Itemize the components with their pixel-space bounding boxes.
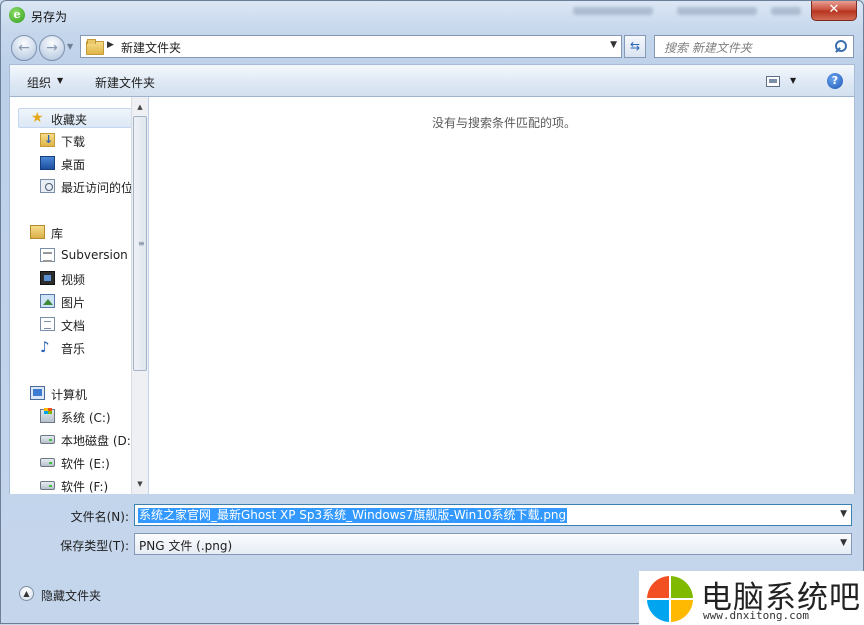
- file-list-pane[interactable]: 没有与搜索条件匹配的项。: [149, 97, 855, 494]
- grip-icon: ≡: [138, 239, 145, 248]
- filename-value[interactable]: 系统之家官网_最新Ghost XP Sp3系统_Windows7旗舰版-Win1…: [138, 508, 568, 523]
- video-icon: [40, 271, 55, 285]
- new-folder-button[interactable]: 新建文件夹: [95, 74, 155, 91]
- drive-icon: [40, 435, 55, 444]
- subversion-icon: [40, 248, 55, 262]
- filename-label: 文件名(N):: [70, 510, 129, 524]
- downloads-folder-icon: [40, 133, 55, 147]
- background-window-blur: [677, 7, 757, 15]
- address-dropdown-icon[interactable]: ▼: [610, 40, 617, 50]
- chevron-down-icon[interactable]: ▼: [790, 76, 796, 85]
- library-icon: [30, 225, 45, 239]
- chevron-up-icon[interactable]: ▲: [19, 586, 34, 601]
- scrollbar-thumb[interactable]: ≡: [133, 116, 147, 371]
- filename-field[interactable]: 系统之家官网_最新Ghost XP Sp3系统_Windows7旗舰版-Win1…: [134, 504, 852, 526]
- arrow-right-icon: →: [46, 40, 58, 56]
- save-as-dialog: e 另存为 ✕ ← → ▼ ▶ 新建文件夹 ▼ ⇆ 搜索 新建文件夹 组织 ▼ …: [0, 0, 864, 625]
- music-icon: ♪: [40, 338, 50, 356]
- system-drive-icon: [40, 408, 55, 423]
- drive-icon: [40, 481, 55, 490]
- search-input[interactable]: 搜索 新建文件夹: [654, 35, 854, 58]
- navigation-pane: ★ 收藏夹 下载 桌面 最近访问的位 库 Subversion 视频: [9, 97, 148, 494]
- address-bar[interactable]: ▶ 新建文件夹 ▼: [80, 35, 622, 58]
- hide-folders-label[interactable]: 隐藏文件夹: [41, 587, 101, 604]
- organize-button[interactable]: 组织: [27, 74, 51, 91]
- navigation-scrollbar[interactable]: ▲ ≡ ▼: [131, 97, 148, 494]
- filetype-value: PNG 文件 (.png): [139, 539, 233, 553]
- forward-button[interactable]: →: [39, 35, 65, 61]
- window-title: 另存为: [31, 10, 68, 24]
- refresh-icon: ⇆: [629, 39, 641, 53]
- command-bar: 组织 ▼ 新建文件夹 ▼ ?: [9, 64, 855, 97]
- scroll-up-icon[interactable]: ▲: [132, 99, 148, 115]
- arrow-left-icon: ←: [18, 40, 30, 56]
- pictures-icon: [40, 294, 55, 308]
- folder-icon: [86, 39, 104, 55]
- star-icon: ★: [31, 110, 44, 126]
- windows-logo-icon: [647, 576, 693, 622]
- filetype-label: 保存类型(T):: [60, 539, 129, 553]
- empty-results-message: 没有与搜索条件匹配的项。: [432, 116, 577, 130]
- search-placeholder: 搜索 新建文件夹: [664, 41, 752, 55]
- scroll-down-icon[interactable]: ▼: [132, 476, 148, 492]
- watermark: 电脑系统吧 www.dnxitong.com: [639, 571, 864, 625]
- breadcrumb-current-folder[interactable]: 新建文件夹: [121, 39, 181, 56]
- documents-icon: [40, 317, 55, 331]
- desktop-icon: [40, 156, 55, 170]
- background-window-blur: [573, 7, 653, 15]
- computer-icon: [30, 386, 45, 400]
- close-button[interactable]: ✕: [811, 1, 857, 21]
- chevron-down-icon[interactable]: ▼: [57, 76, 63, 85]
- watermark-url: www.dnxitong.com: [703, 609, 809, 622]
- breadcrumb-chevron-icon[interactable]: ▶: [107, 40, 114, 50]
- view-options-icon[interactable]: [766, 76, 780, 87]
- background-window-blur: [771, 7, 801, 15]
- drive-icon: [40, 458, 55, 467]
- filetype-select[interactable]: PNG 文件 (.png) ▼: [134, 533, 852, 555]
- refresh-button[interactable]: ⇆: [624, 35, 646, 58]
- recent-places-icon: [40, 179, 55, 193]
- chevron-down-icon[interactable]: ▼: [840, 538, 847, 548]
- back-button[interactable]: ←: [11, 35, 37, 61]
- search-icon[interactable]: [835, 40, 847, 52]
- chevron-down-icon[interactable]: ▼: [840, 509, 847, 519]
- title-bar: e 另存为 ✕: [1, 1, 863, 31]
- sidebar-item-favorites[interactable]: ★ 收藏夹: [18, 108, 132, 128]
- recent-pages-dropdown-icon[interactable]: ▼: [67, 42, 73, 51]
- browser-app-icon: e: [9, 7, 25, 23]
- help-icon[interactable]: ?: [827, 73, 843, 89]
